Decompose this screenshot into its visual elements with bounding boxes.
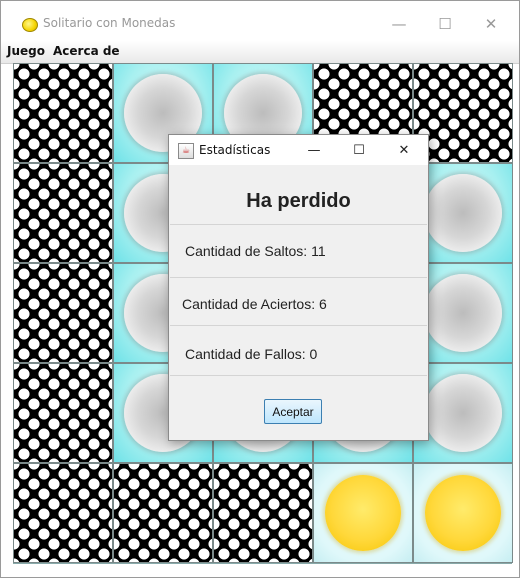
dialog-maximize-icon[interactable]: ☐ xyxy=(339,139,379,161)
stat-fallos: Cantidad de Fallos: 0 xyxy=(185,346,318,362)
board-cell-blocked xyxy=(13,363,113,463)
board-cell-blocked xyxy=(13,63,113,163)
board-cell-blocked xyxy=(13,263,113,363)
close-icon[interactable]: ✕ xyxy=(468,9,514,39)
board-cell-blocked xyxy=(113,463,213,563)
board-cell-blocked xyxy=(213,463,313,563)
minimize-icon[interactable]: — xyxy=(376,9,422,39)
divider xyxy=(170,224,427,225)
silver-ball-icon xyxy=(424,274,502,352)
maximize-icon[interactable]: ☐ xyxy=(422,9,468,39)
gold-coin-icon xyxy=(325,475,401,551)
board-cell-coin[interactable] xyxy=(313,463,413,563)
dialog-title: Estadísticas xyxy=(199,143,271,157)
board-cell-blocked xyxy=(13,463,113,563)
divider xyxy=(170,375,427,376)
result-heading: Ha perdido xyxy=(246,190,351,212)
dialog-title-bar: ☕ Estadísticas — ☐ ✕ xyxy=(169,135,428,165)
coin-app-icon xyxy=(22,18,38,32)
dialog-close-icon[interactable]: ✕ xyxy=(384,139,424,161)
menu-bar: Juego Acerca de xyxy=(1,41,519,64)
silver-ball-icon xyxy=(424,374,502,452)
board-cell-coin[interactable] xyxy=(413,463,513,563)
stat-aciertos: Cantidad de Aciertos: 6 xyxy=(182,296,327,312)
gold-coin-icon xyxy=(425,475,501,551)
java-icon: ☕ xyxy=(178,143,194,159)
accept-button[interactable]: Aceptar xyxy=(264,399,322,424)
divider xyxy=(170,325,427,326)
title-bar: Solitario con Monedas — ☐ ✕ xyxy=(1,1,519,41)
dialog-minimize-icon[interactable]: — xyxy=(294,139,334,161)
silver-ball-icon xyxy=(424,174,502,252)
divider xyxy=(170,277,427,278)
menu-juego[interactable]: Juego xyxy=(7,44,45,58)
stats-dialog: ☕ Estadísticas — ☐ ✕ Ha perdido Cantidad… xyxy=(168,134,429,441)
window-title: Solitario con Monedas xyxy=(43,16,176,30)
board-cell-blocked xyxy=(13,163,113,263)
menu-acerca-de[interactable]: Acerca de xyxy=(53,44,120,58)
stat-saltos: Cantidad de Saltos: 11 xyxy=(185,243,326,259)
